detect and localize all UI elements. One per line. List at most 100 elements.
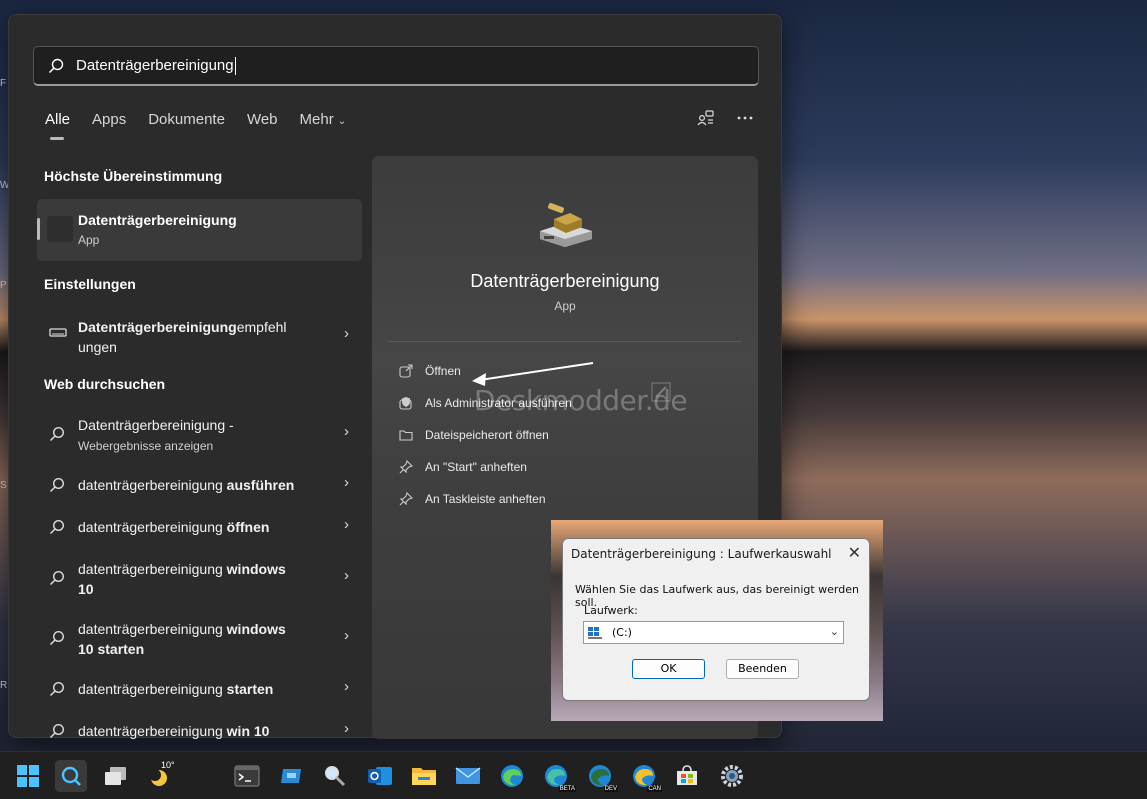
web-item[interactable]: datenträgerbereinigung starten › <box>45 678 349 699</box>
chevron-right-icon: › <box>344 516 349 533</box>
edge-canary-icon[interactable]: CAN <box>628 760 662 792</box>
search-icon <box>49 681 65 697</box>
action-label: Dateispeicherort öffnen <box>425 428 549 442</box>
disk-cleanup-app-icon <box>540 203 592 247</box>
tab-more[interactable]: Mehr ⌄ <box>300 111 347 128</box>
chevron-right-icon: › <box>344 567 349 584</box>
web-item-bold: windows <box>226 561 286 577</box>
dialog-title: Datenträgerbereinigung : Laufwerkauswahl <box>571 547 832 561</box>
web-item-bold: starten <box>226 681 274 697</box>
remote-icon[interactable] <box>276 760 308 792</box>
chevron-right-icon: › <box>344 423 349 440</box>
admin-shield-icon <box>399 397 412 410</box>
edge-beta-badge: BETA <box>558 786 576 792</box>
preview-app-type: App <box>554 299 576 313</box>
drive-selection-dialog: Datenträgerbereinigung : Laufwerkauswahl… <box>562 538 870 701</box>
taskbar: 10° BETA DEV CAN <box>0 751 1147 799</box>
edge-dev-icon[interactable]: DEV <box>584 760 618 792</box>
drive-label: Laufwerk: <box>584 604 638 617</box>
drive-select[interactable]: (C:) ⌄ <box>583 621 844 644</box>
weather-temp: 10° <box>161 760 175 770</box>
exit-button[interactable]: Beenden <box>726 659 799 679</box>
close-icon[interactable]: ✕ <box>848 543 861 562</box>
web-item-bold: windows <box>226 621 286 637</box>
pin-icon <box>399 492 413 506</box>
drive-value: (C:) <box>612 626 632 639</box>
tab-documents[interactable]: Dokumente <box>148 111 225 128</box>
search-icon <box>49 570 65 586</box>
chevron-right-icon: › <box>344 325 349 342</box>
edge-canary-badge: CAN <box>647 786 662 792</box>
settings-icon[interactable] <box>716 760 748 792</box>
web-item[interactable]: datenträgerbereinigung öffnen › <box>45 516 349 537</box>
store-icon[interactable] <box>671 760 703 792</box>
search-input[interactable]: Datenträgerbereinigung <box>76 57 234 74</box>
chevron-right-icon: › <box>344 678 349 695</box>
search-icon <box>48 58 64 73</box>
search-icon <box>49 426 65 442</box>
magnifier-icon[interactable] <box>319 760 351 792</box>
tab-more-label: Mehr <box>299 111 334 128</box>
search-icon[interactable] <box>55 760 87 792</box>
chevron-down-icon: ⌄ <box>829 625 839 638</box>
web-item-text: datenträgerbereinigung <box>78 561 227 577</box>
search-icon <box>49 477 65 493</box>
file-explorer-icon[interactable] <box>408 760 440 792</box>
action-label: An "Start" anheften <box>425 460 527 474</box>
web-item[interactable]: Datenträgerbereinigung - Webergebnisse an… <box>45 415 349 455</box>
best-match-item[interactable]: Datenträgerbereinigung App <box>37 199 362 261</box>
web-item[interactable]: datenträgerbereinigung win 10 › <box>45 721 349 739</box>
watermark-pen-icon <box>651 382 671 402</box>
settings-item[interactable]: Datenträgerbereinigungempfehl ungen › <box>45 317 349 357</box>
open-external-icon <box>399 364 413 378</box>
ok-button[interactable]: OK <box>632 659 705 679</box>
web-item-text: datenträgerbereinigung <box>78 621 227 637</box>
web-item-text: datenträgerbereinigung <box>78 723 227 739</box>
web-item-line2: 10 starten <box>78 641 145 657</box>
more-options-icon[interactable] <box>737 109 753 127</box>
action-label: Öffnen <box>425 364 461 378</box>
tab-apps[interactable]: Apps <box>92 111 126 128</box>
web-item[interactable]: datenträgerbereinigung windows 10 › <box>45 559 349 599</box>
action-pin-start[interactable]: An "Start" anheften <box>399 460 527 474</box>
web-item[interactable]: datenträgerbereinigung ausführen › <box>45 474 349 495</box>
best-match-type: App <box>78 233 100 247</box>
edge-beta-icon[interactable]: BETA <box>540 760 576 792</box>
divider <box>388 341 742 342</box>
mail-icon[interactable] <box>452 760 484 792</box>
web-item-line2: 10 <box>78 581 94 597</box>
action-open-file-location[interactable]: Dateispeicherort öffnen <box>399 428 549 442</box>
preview-app-name: Datenträgerbereinigung <box>470 271 660 291</box>
tab-web[interactable]: Web <box>247 111 278 128</box>
edge-icon[interactable] <box>496 760 528 792</box>
terminal-icon[interactable] <box>231 760 263 792</box>
selection-indicator <box>37 218 40 240</box>
search-box[interactable]: Datenträgerbereinigung <box>33 46 759 86</box>
text-caret <box>234 56 236 75</box>
search-icon <box>49 519 65 535</box>
folder-icon <box>399 430 413 441</box>
web-item-text: datenträgerbereinigung <box>78 681 227 697</box>
search-icon <box>49 723 65 739</box>
web-item-text: Datenträgerbereinigung - <box>78 417 234 433</box>
section-best-match: Höchste Übereinstimmung <box>44 168 223 184</box>
web-item[interactable]: datenträgerbereinigung windows 10 starten… <box>45 619 349 659</box>
settings-item-bold: Datenträgerbereinigung <box>78 319 237 335</box>
account-switch-icon[interactable] <box>697 109 715 127</box>
tab-all[interactable]: Alle <box>45 111 70 140</box>
web-item-bold: öffnen <box>226 519 270 535</box>
filter-tabs: Alle Apps Dokumente Web Mehr ⌄ <box>45 111 368 140</box>
settings-item-rest: empfehl <box>236 319 287 335</box>
action-pin-taskbar[interactable]: An Taskleiste anheften <box>399 492 546 506</box>
windows-start-icon[interactable] <box>12 760 44 792</box>
web-item-text: datenträgerbereinigung <box>78 477 227 493</box>
web-item-bold: win 10 <box>226 723 270 739</box>
edge-dev-badge: DEV <box>603 786 618 792</box>
drive-icon <box>588 626 602 639</box>
action-open[interactable]: Öffnen <box>399 364 461 378</box>
section-web: Web durchsuchen <box>44 376 166 392</box>
outlook-icon[interactable] <box>364 760 396 792</box>
drive-settings-icon <box>49 328 67 337</box>
task-view-icon[interactable] <box>100 760 132 792</box>
best-match-title: Datenträgerbereinigung <box>78 212 237 228</box>
